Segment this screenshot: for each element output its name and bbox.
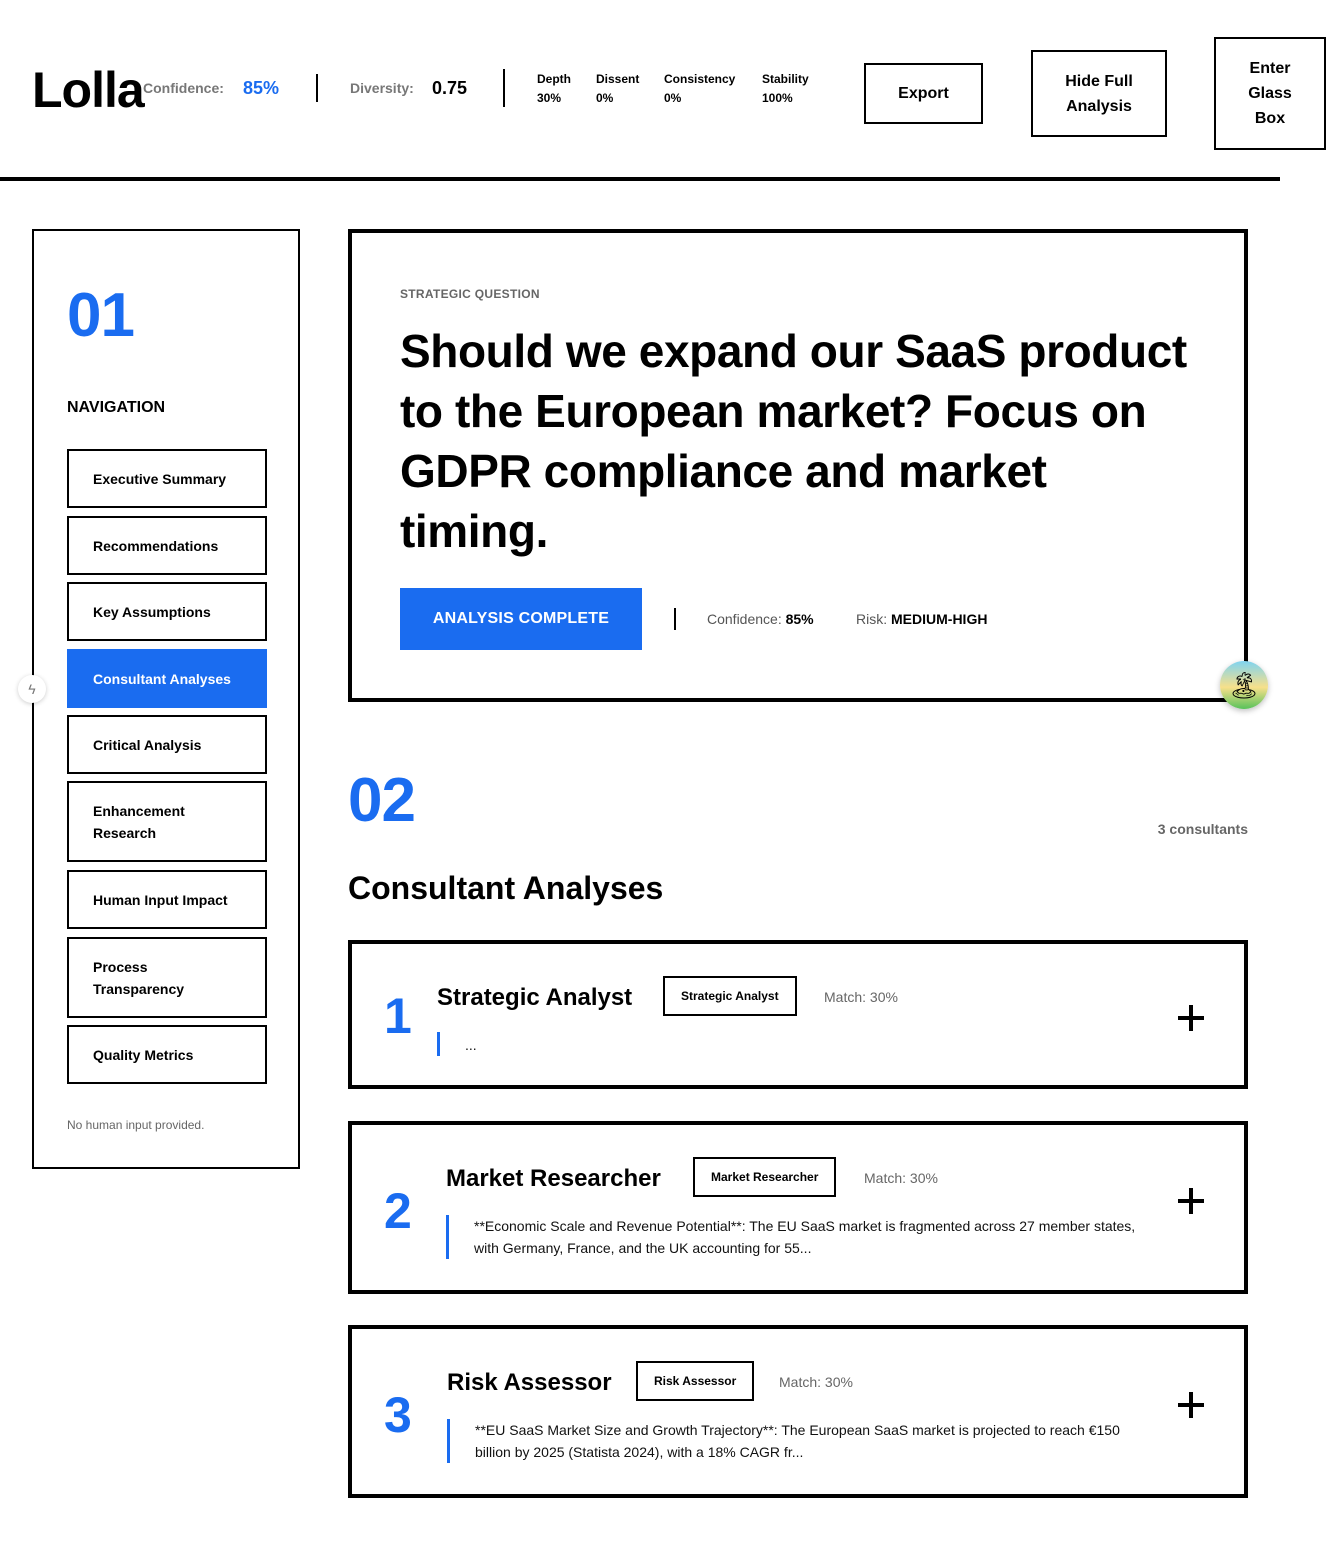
- summary-accent-bar: [446, 1215, 449, 1259]
- top-header: Lolla Confidence: 85% Diversity: 0.75 De…: [0, 0, 1326, 182]
- diversity-value: 0.75: [432, 78, 468, 98]
- sidebar-item-executive-summary[interactable]: Executive Summary: [67, 449, 267, 508]
- brand-logo: Lolla: [32, 62, 145, 118]
- question-text: Should we expand our SaaS product to the…: [400, 325, 1187, 557]
- confidence-value: 85%: [243, 78, 280, 98]
- consultant-card[interactable]: 3 Risk Assessor Risk Assessor Match: 30%…: [348, 1325, 1248, 1498]
- metric-consistency: Consistency 0%: [664, 70, 735, 108]
- lightning-icon[interactable]: ϟ: [18, 675, 46, 703]
- sidebar-item-process-transparency[interactable]: Process Transparency: [67, 937, 267, 1018]
- expand-plus-icon[interactable]: [1178, 1004, 1206, 1032]
- sidebar-item-recommendations[interactable]: Recommendations: [67, 516, 267, 575]
- consultant-role-tag: Risk Assessor: [636, 1361, 755, 1401]
- metric-label: Depth: [537, 72, 571, 86]
- question-risk: Risk: MEDIUM-HIGH: [856, 611, 987, 627]
- sidebar-item-consultant-analyses[interactable]: Consultant Analyses: [67, 649, 267, 708]
- metric-value: 0%: [596, 91, 614, 105]
- human-input-note: No human input provided.: [67, 1118, 205, 1132]
- consultant-card[interactable]: 1 Strategic Analyst Strategic Analyst Ma…: [348, 940, 1248, 1089]
- question-eyebrow: STRATEGIC QUESTION: [400, 287, 540, 301]
- consultant-match: Match: 30%: [779, 1374, 853, 1390]
- consultant-index: 3: [384, 1387, 412, 1443]
- summary-accent-bar: [447, 1419, 450, 1463]
- sidebar-item-enhancement-research[interactable]: Enhancement Research: [67, 781, 267, 862]
- question-confidence-label: Confidence:: [707, 611, 782, 627]
- metric-label: Consistency: [664, 72, 736, 86]
- sidebar-title: NAVIGATION: [67, 399, 166, 416]
- confidence-label: Confidence:: [143, 80, 224, 96]
- question-risk-value: MEDIUM-HIGH: [891, 611, 988, 627]
- header-rule: [0, 177, 1280, 181]
- expand-plus-icon[interactable]: [1178, 1391, 1206, 1419]
- consultant-index: 2: [384, 1183, 412, 1239]
- question-risk-label: Risk:: [856, 611, 888, 627]
- consultant-summary: ...: [465, 1037, 477, 1053]
- consultant-name: Market Researcher: [446, 1165, 661, 1192]
- sidebar-item-quality-metrics[interactable]: Quality Metrics: [67, 1025, 267, 1084]
- metric-value: 0%: [664, 91, 682, 105]
- metric-value: 100%: [762, 91, 793, 105]
- consultant-role-tag: Strategic Analyst: [663, 976, 797, 1016]
- consultant-match: Match: 30%: [824, 989, 898, 1005]
- section-title: Consultant Analyses: [348, 870, 664, 906]
- consultant-summary: **EU SaaS Market Size and Growth Traject…: [475, 1422, 1120, 1460]
- consultant-card[interactable]: 2 Market Researcher Market Researcher Ma…: [348, 1121, 1248, 1294]
- section-number: 02: [348, 766, 416, 835]
- expand-plus-icon[interactable]: [1178, 1187, 1206, 1215]
- metric-label: Stability: [762, 72, 809, 86]
- sidebar-item-critical-analysis[interactable]: Critical Analysis: [67, 715, 267, 774]
- export-button[interactable]: Export: [864, 63, 983, 124]
- header-divider: [503, 69, 505, 107]
- metric-dissent: Dissent 0%: [596, 70, 639, 108]
- metric-depth: Depth 30%: [537, 70, 571, 108]
- consultant-summary: **Economic Scale and Revenue Potential**…: [474, 1218, 1136, 1256]
- hide-full-analysis-button[interactable]: Hide Full Analysis: [1031, 50, 1167, 137]
- summary-accent-bar: [437, 1032, 440, 1056]
- analysis-status-badge: ANALYSIS COMPLETE: [400, 588, 642, 650]
- question-confidence-value: 85%: [785, 611, 814, 627]
- header-divider: [316, 74, 318, 102]
- section-number: 01: [67, 281, 135, 350]
- metric-label: Dissent: [596, 72, 640, 86]
- enter-glass-box-button[interactable]: Enter Glass Box: [1214, 37, 1326, 150]
- status-divider: [674, 608, 676, 630]
- consultant-role-tag: Market Researcher: [693, 1157, 837, 1197]
- sidebar-item-human-input-impact[interactable]: Human Input Impact: [67, 870, 267, 929]
- consultant-index: 1: [384, 988, 412, 1044]
- strategic-question-card: STRATEGIC QUESTION Should we expand our …: [348, 229, 1248, 702]
- consultant-count: 3 consultants: [1157, 821, 1248, 837]
- sidebar-item-key-assumptions[interactable]: Key Assumptions: [67, 582, 267, 641]
- question-confidence: Confidence: 85%: [707, 611, 814, 627]
- metric-value: 30%: [537, 91, 562, 105]
- island-avatar-icon[interactable]: 🏝: [1220, 661, 1268, 709]
- diversity-label: Diversity:: [350, 80, 414, 96]
- consultant-name: Risk Assessor: [447, 1369, 612, 1396]
- consultant-match: Match: 30%: [864, 1170, 938, 1186]
- consultant-name: Strategic Analyst: [437, 984, 633, 1011]
- sidebar-navigation: 01 NAVIGATION Executive Summary Recommen…: [32, 229, 300, 1169]
- metric-stability: Stability 100%: [762, 70, 809, 108]
